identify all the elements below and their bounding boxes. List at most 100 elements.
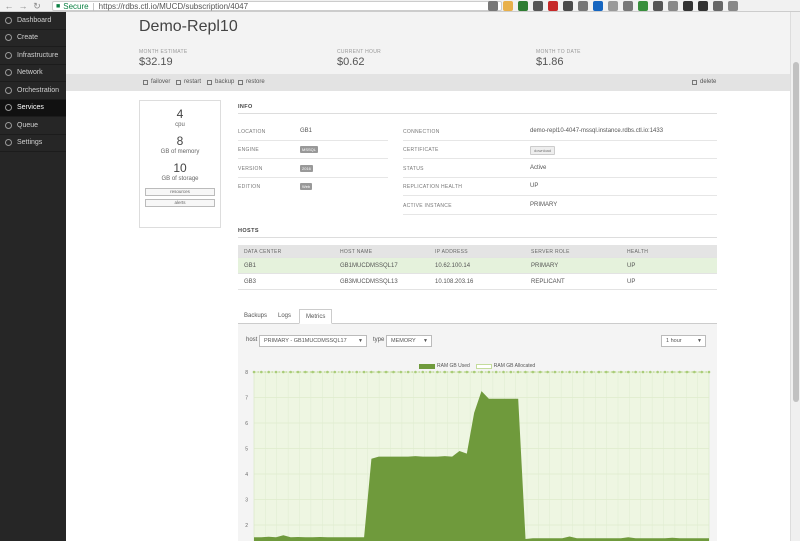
resource-card: 4 cpu 8 GB of memory 10 GB of storage re… [139, 100, 221, 228]
services-icon [5, 104, 12, 112]
extension-icon[interactable] [653, 1, 663, 11]
allocated-point [436, 370, 439, 374]
trash-icon [692, 79, 697, 85]
allocated-point [318, 370, 322, 374]
star-icon[interactable] [503, 1, 513, 11]
backup-button[interactable]: backup [207, 79, 234, 85]
allocated-point [348, 370, 351, 374]
sidebar-item-network[interactable]: Network [0, 65, 66, 82]
restart-icon [176, 79, 181, 85]
browser-toolbar: ← → ↻ ■ Secure | https://rdbs.ctl.io/MUC… [0, 0, 800, 12]
amazon-icon[interactable] [698, 1, 708, 11]
search-icon[interactable] [488, 1, 498, 11]
allocated-point [421, 370, 425, 374]
allocated-point [296, 370, 300, 374]
allocated-point [392, 370, 395, 374]
sidebar: Dashboard Create Infrastructure Network … [0, 12, 66, 541]
restart-button[interactable]: restart [176, 79, 201, 85]
allocated-point [267, 370, 270, 374]
allocated-point [304, 370, 307, 374]
allocated-point [671, 370, 674, 374]
sidebar-item-settings[interactable]: Settings [0, 135, 66, 152]
resources-button[interactable]: resources [145, 188, 215, 196]
extension-icon[interactable] [608, 1, 618, 11]
network-icon [5, 69, 12, 77]
legend-label-used: RAM GB Used [437, 363, 470, 369]
address-bar[interactable]: ■ Secure | https://rdbs.ctl.io/MUCD/subs… [52, 1, 502, 11]
extension-icon[interactable] [563, 1, 573, 11]
allocated-point [516, 370, 520, 374]
allocated-point [502, 370, 505, 374]
alerts-button[interactable]: alerts [145, 199, 215, 207]
allocated-point [458, 370, 461, 374]
allocated-point [406, 370, 410, 374]
reload-icon[interactable]: ↻ [32, 1, 42, 11]
extension-icon[interactable] [668, 1, 678, 11]
restore-button[interactable]: restore [238, 79, 265, 85]
table-row[interactable]: GB1 GB1MUCDMSSQL17 10.62.100.14 PRIMARY … [238, 258, 717, 274]
allocated-point [597, 370, 601, 374]
sidebar-item-create[interactable]: Create [0, 30, 66, 47]
sidebar-item-dashboard[interactable]: Dashboard [0, 12, 66, 30]
extension-icon[interactable] [683, 1, 693, 11]
allocated-point [524, 370, 527, 374]
allocated-point [414, 370, 417, 374]
extension-icon[interactable] [638, 1, 648, 11]
allocated-point [575, 370, 579, 374]
y-tick-label: 4 [245, 472, 248, 478]
info-replication-health: REPLICATION HEALTH UP [403, 178, 717, 196]
allocated-point [428, 370, 432, 374]
extension-icon[interactable] [548, 1, 558, 11]
page-header: Demo-Repl10 MONTH ESTIMATE $32.19 CURREN… [66, 12, 790, 74]
info-active-instance: ACTIVE INSTANCE PRIMARY [403, 197, 717, 215]
allocated-point [700, 370, 703, 374]
allocated-point [553, 370, 557, 374]
scrollbar[interactable] [790, 12, 800, 541]
extension-icon[interactable] [533, 1, 543, 11]
allocated-point [282, 370, 285, 374]
back-icon[interactable]: ← [4, 1, 14, 11]
legend-label-allocated: RAM GB Allocated [493, 363, 536, 369]
legend-swatch-used [419, 363, 435, 369]
allocated-point [384, 370, 388, 374]
allocated-point [568, 370, 571, 374]
failover-icon [143, 79, 148, 85]
extension-icon[interactable] [518, 1, 528, 11]
allocated-point [472, 370, 476, 374]
extension-icon[interactable] [623, 1, 633, 11]
extension-icon[interactable] [578, 1, 588, 11]
allocated-point [656, 370, 659, 374]
y-tick-label: 7 [245, 396, 248, 402]
menu-icon[interactable] [728, 1, 738, 11]
info-status: STATUS Active [403, 160, 717, 178]
allocated-point [326, 370, 329, 374]
failover-button[interactable]: failover [143, 79, 170, 85]
tab-logs[interactable]: Logs [272, 309, 297, 324]
version-badge: 2016 [300, 165, 313, 172]
server-icon [5, 51, 12, 59]
scrollbar-thumb[interactable] [793, 62, 799, 402]
tab-backups[interactable]: Backups [238, 309, 273, 324]
allocated-point [707, 370, 711, 374]
delete-button[interactable]: delete [692, 79, 716, 85]
allocated-point [465, 370, 469, 374]
dashboard-icon [5, 16, 12, 24]
month-to-date: MONTH TO DATE $1.86 [536, 49, 581, 68]
hosts-divider [238, 237, 717, 238]
action-bar: failover restart backup restore delete [66, 74, 790, 91]
download-certificate-button[interactable]: download [530, 146, 556, 155]
secure-label: Secure [63, 1, 89, 11]
extension-icon[interactable] [713, 1, 723, 11]
restore-icon [238, 79, 243, 85]
forward-icon[interactable]: → [18, 1, 28, 11]
tab-metrics[interactable]: Metrics [299, 309, 333, 324]
sidebar-item-infrastructure[interactable]: Infrastructure [0, 47, 66, 65]
allocated-point [487, 370, 491, 374]
sidebar-item-queue[interactable]: Queue [0, 117, 66, 135]
sidebar-item-orchestration[interactable]: Orchestration [0, 82, 66, 100]
extension-icon[interactable] [593, 1, 603, 11]
url-text: https://rdbs.ctl.io/MUCD/subscription/40… [98, 1, 249, 11]
table-row[interactable]: GB3 GB3MUCDMSSQL13 10.108.203.16 REPLICA… [238, 274, 717, 290]
sidebar-item-services[interactable]: Services [0, 99, 66, 117]
allocated-point [274, 370, 278, 374]
